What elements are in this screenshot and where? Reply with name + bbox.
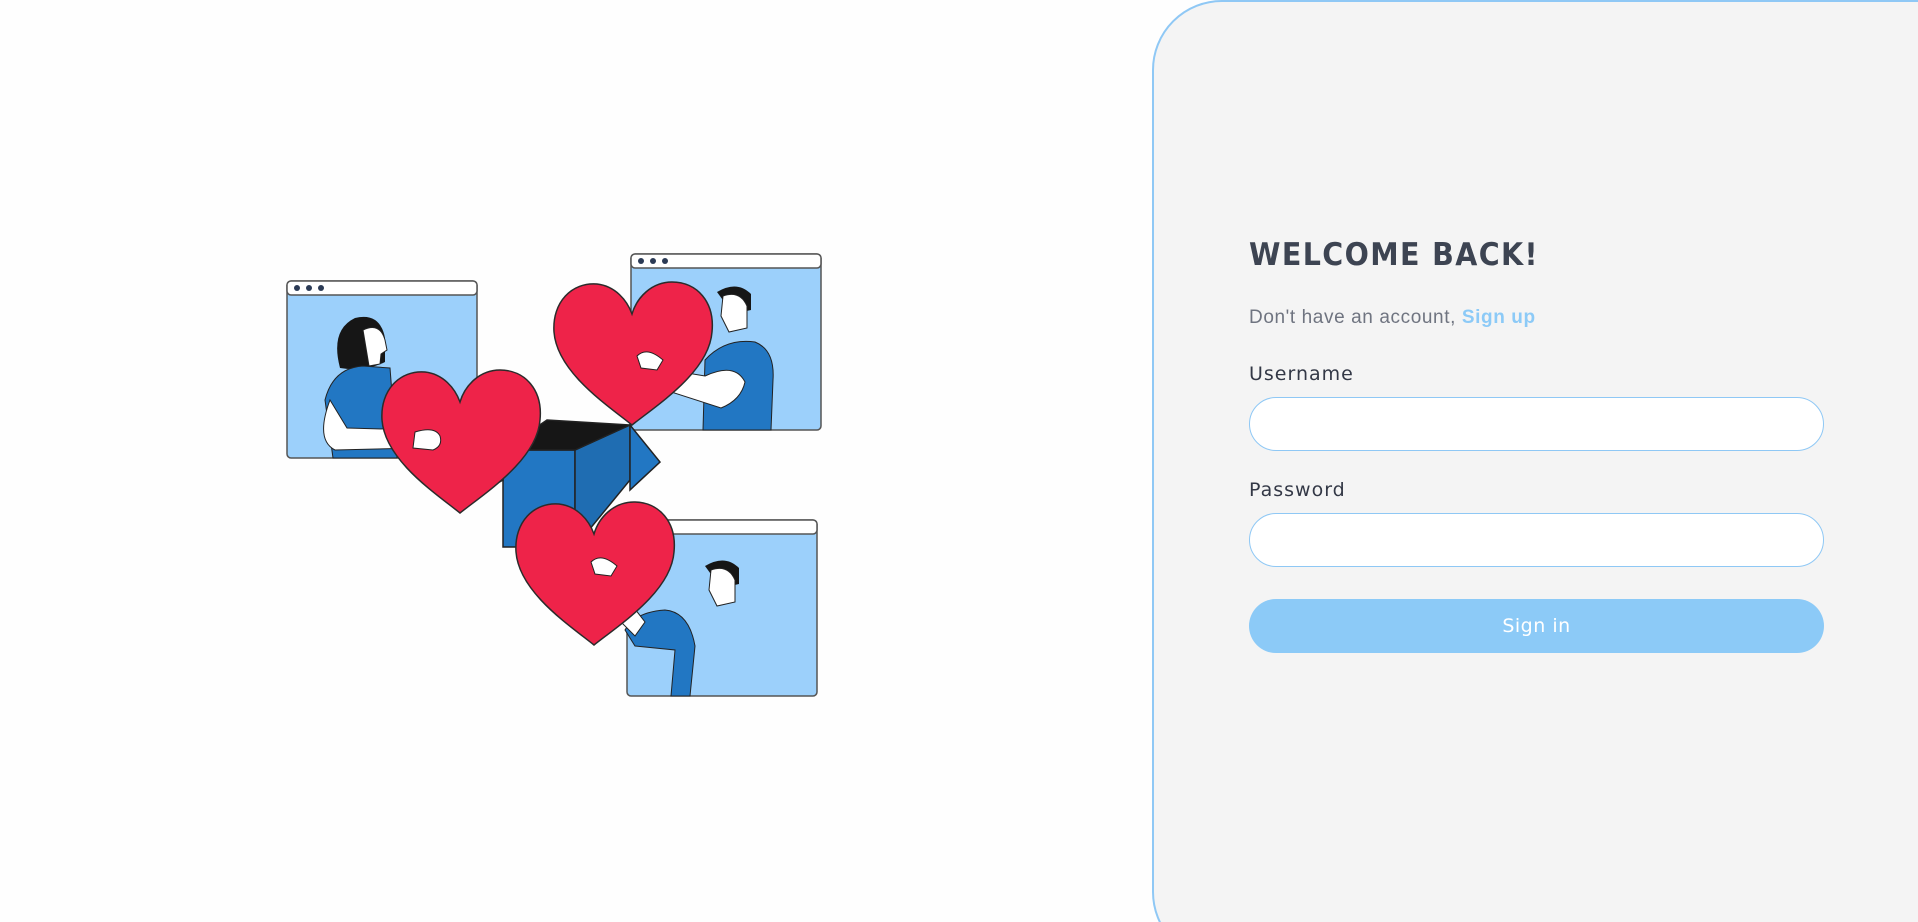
signup-prompt: Don't have an account, Sign up bbox=[1249, 307, 1824, 329]
username-label: Username bbox=[1249, 363, 1354, 385]
login-form: WELCOME BACK! Don't have an account, Sig… bbox=[1249, 240, 1824, 653]
password-input[interactable] bbox=[1249, 513, 1824, 567]
page-title: WELCOME BACK! bbox=[1249, 237, 1539, 273]
signup-prompt-text: Don't have an account, bbox=[1249, 307, 1456, 328]
signin-button[interactable]: Sign in bbox=[1249, 599, 1824, 653]
heart-exchange-illustration bbox=[285, 250, 825, 700]
username-input[interactable] bbox=[1249, 397, 1824, 451]
illustration-svg bbox=[286, 253, 822, 697]
signup-link[interactable]: Sign up bbox=[1462, 307, 1536, 328]
login-page: WELCOME BACK! Don't have an account, Sig… bbox=[0, 0, 1918, 922]
password-label: Password bbox=[1249, 479, 1346, 501]
